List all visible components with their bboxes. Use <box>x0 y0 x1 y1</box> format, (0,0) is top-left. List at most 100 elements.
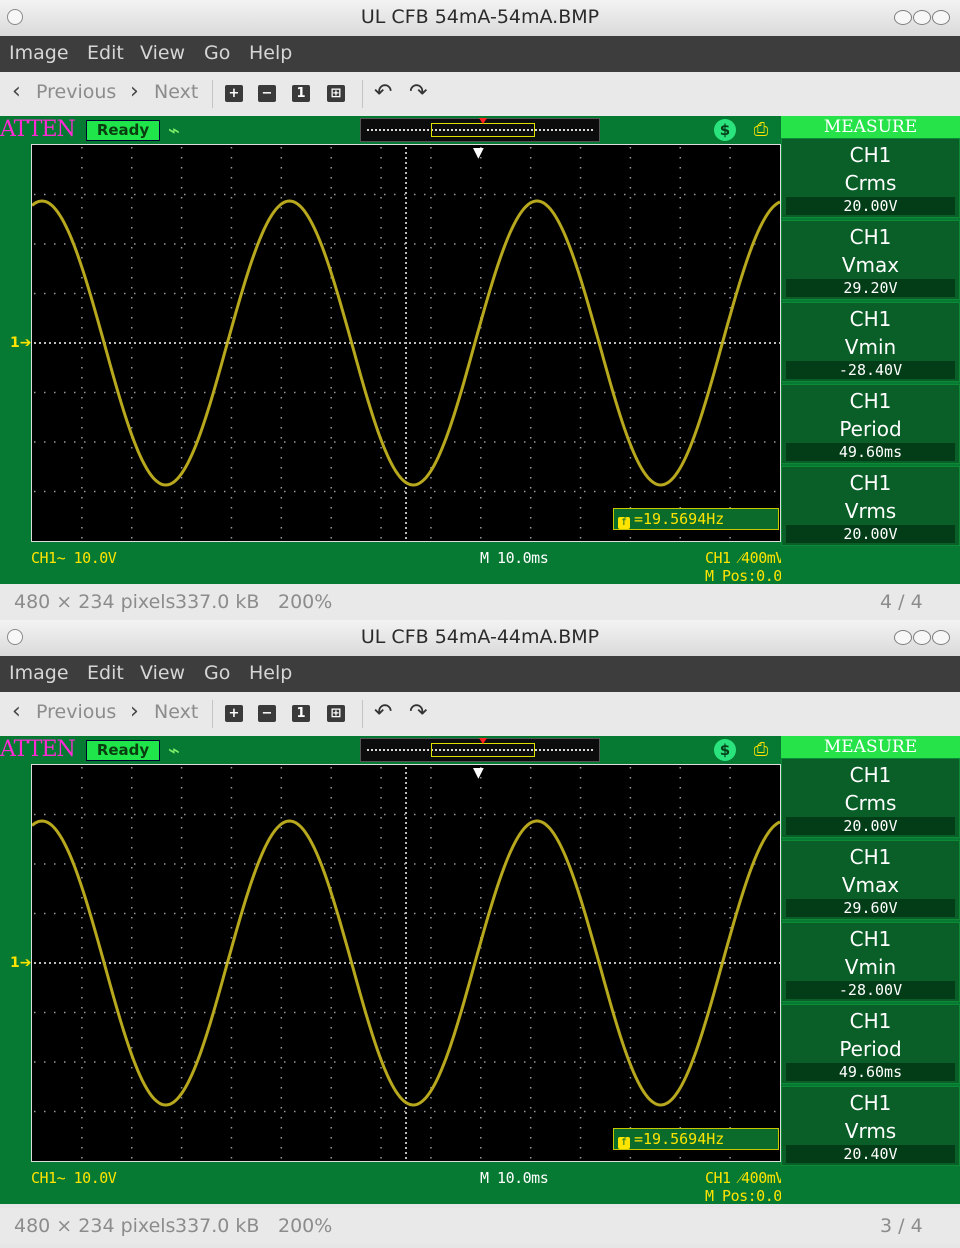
zoom-fit-icon[interactable]: ⊞ <box>327 85 345 102</box>
menu-image[interactable]: Image <box>9 662 69 684</box>
measure-item: CH1 Vrms 20.00V <box>781 466 960 546</box>
ch1-marker: 1➔ <box>10 955 32 971</box>
menu-view[interactable]: View <box>140 662 185 684</box>
next-button[interactable]: Next <box>154 701 198 723</box>
frequency-readout: f =19.5694Hz <box>613 1128 779 1150</box>
toolbar-separator <box>362 80 363 108</box>
zoom-in-icon[interactable]: + <box>225 85 243 102</box>
measure-header: MEASURE <box>781 736 960 758</box>
menu-bar: Image Edit View Go Help <box>0 656 960 692</box>
menu-help[interactable]: Help <box>249 42 292 64</box>
close-icon[interactable] <box>932 630 950 645</box>
rotate-left-icon[interactable]: ↶ <box>374 700 392 725</box>
zoom-out-icon[interactable]: − <box>258 705 276 722</box>
maximize-icon[interactable] <box>913 630 931 645</box>
measure-item: CH1 Crms 20.00V <box>781 138 960 218</box>
ch1-marker: 1➔ <box>10 335 32 351</box>
trigger-arrow-icon: ▼ <box>473 145 484 161</box>
window-title: UL CFB 54mA-44mA.BMP <box>360 626 600 648</box>
measure-item: CH1 Vmax 29.20V <box>781 220 960 300</box>
previous-button[interactable]: Previous <box>36 81 116 103</box>
measure-channel: CH1 <box>849 143 892 167</box>
image-index: 4 / 4 <box>880 591 923 613</box>
status-bar: 480 × 234 pixels 337.0 kB 200% 3 / 4 <box>0 1208 960 1244</box>
maximize-icon[interactable] <box>913 10 931 25</box>
oscilloscope-image: ATTEN Ready ⌁ $ ⎙ ▼ 1➔ f =19.5694Hz CH1~ … <box>0 116 960 584</box>
menu-edit[interactable]: Edit <box>87 662 124 684</box>
measure-name: Period <box>839 1037 902 1061</box>
measure-channel: CH1 <box>849 389 892 413</box>
frequency-value: =19.5694Hz <box>634 510 725 528</box>
measure-channel: CH1 <box>849 763 892 787</box>
toolbar: ‹ Previous › Next + − 1 ⊞ ↶ ↷ <box>0 72 960 116</box>
measure-value: 49.60ms <box>786 443 955 461</box>
measure-value: -28.40V <box>786 361 955 379</box>
measure-item: CH1 Crms 20.00V <box>781 758 960 838</box>
rotate-left-icon[interactable]: ↶ <box>374 80 392 105</box>
measure-channel: CH1 <box>849 471 892 495</box>
measure-value: 20.00V <box>786 197 955 215</box>
oscilloscope-image: ATTEN Ready ⌁ $ ⎙ ▼ 1➔ f =19.5694Hz CH1~ … <box>0 736 960 1204</box>
measure-item: CH1 Period 49.60ms <box>781 384 960 464</box>
frequency-value: =19.5694Hz <box>634 1130 725 1148</box>
measure-name: Vrms <box>844 499 897 523</box>
zoom-level: 200% <box>278 1215 333 1237</box>
chevron-left-icon: ‹ <box>12 79 21 104</box>
printer-icon: ⎙ <box>753 119 769 140</box>
measure-name: Vmin <box>844 335 897 359</box>
measure-value: 20.40V <box>786 1145 955 1163</box>
zoom-original-icon[interactable]: 1 <box>292 85 310 102</box>
measure-panel: MEASURE CH1 Crms 20.00V CH1 Vmax 29.20V CH1 V… <box>781 116 960 584</box>
menu-view[interactable]: View <box>140 42 185 64</box>
waveform-plot <box>32 147 780 539</box>
frequency-readout: f =19.5694Hz <box>613 508 779 530</box>
measure-name: Period <box>839 417 902 441</box>
status-badge: Ready <box>86 120 160 141</box>
menu-image[interactable]: Image <box>9 42 69 64</box>
measure-name: Vmax <box>841 253 900 277</box>
measure-name: Crms <box>844 791 897 815</box>
menu-help[interactable]: Help <box>249 662 292 684</box>
measure-value: -28.00V <box>786 981 955 999</box>
measure-name: Crms <box>844 171 897 195</box>
menu-bar: Image Edit View Go Help <box>0 36 960 72</box>
rotate-right-icon[interactable]: ↷ <box>409 700 427 725</box>
minimize-icon[interactable] <box>894 630 912 645</box>
graticule <box>34 147 780 539</box>
trigger-position-bar <box>360 738 600 762</box>
dollar-icon: $ <box>714 739 736 761</box>
close-icon[interactable] <box>932 10 950 25</box>
measure-channel: CH1 <box>849 845 892 869</box>
waveform-grid <box>31 764 781 1162</box>
menu-go[interactable]: Go <box>204 42 230 64</box>
status-bar: 480 × 234 pixels 337.0 kB 200% 4 / 4 <box>0 584 960 620</box>
zoom-fit-icon[interactable]: ⊞ <box>327 705 345 722</box>
measure-channel: CH1 <box>849 1009 892 1033</box>
frequency-icon: f <box>618 517 630 529</box>
menu-edit[interactable]: Edit <box>87 42 124 64</box>
printer-icon: ⎙ <box>753 739 769 760</box>
title-bar: UL CFB 54mA-44mA.BMP <box>0 620 960 657</box>
measure-item: CH1 Period 49.60ms <box>781 1004 960 1084</box>
previous-button[interactable]: Previous <box>36 701 116 723</box>
timebase: M 10.0ms <box>480 1169 549 1187</box>
next-button[interactable]: Next <box>154 81 198 103</box>
rotate-right-icon[interactable]: ↷ <box>409 80 427 105</box>
trigger-position-bar <box>360 118 600 142</box>
trigger-level: CH1 ⁄400mV <box>705 549 784 567</box>
trigger-level: CH1 ⁄400mV <box>705 1169 784 1187</box>
toolbar-separator <box>212 700 213 728</box>
measure-name: Vmax <box>841 873 900 897</box>
graticule <box>34 767 780 1159</box>
brand-logo: ATTEN <box>0 117 76 142</box>
zoom-out-icon[interactable]: − <box>258 85 276 102</box>
measure-channel: CH1 <box>849 307 892 331</box>
minimize-icon[interactable] <box>894 10 912 25</box>
window-controls <box>894 630 950 645</box>
zoom-in-icon[interactable]: + <box>225 705 243 722</box>
menu-go[interactable]: Go <box>204 662 230 684</box>
zoom-original-icon[interactable]: 1 <box>292 705 310 722</box>
image-viewer-window-1: UL CFB 54mA-54mA.BMP Image Edit View Go … <box>0 0 960 620</box>
measure-channel: CH1 <box>849 1091 892 1115</box>
timebase: M 10.0ms <box>480 549 549 567</box>
